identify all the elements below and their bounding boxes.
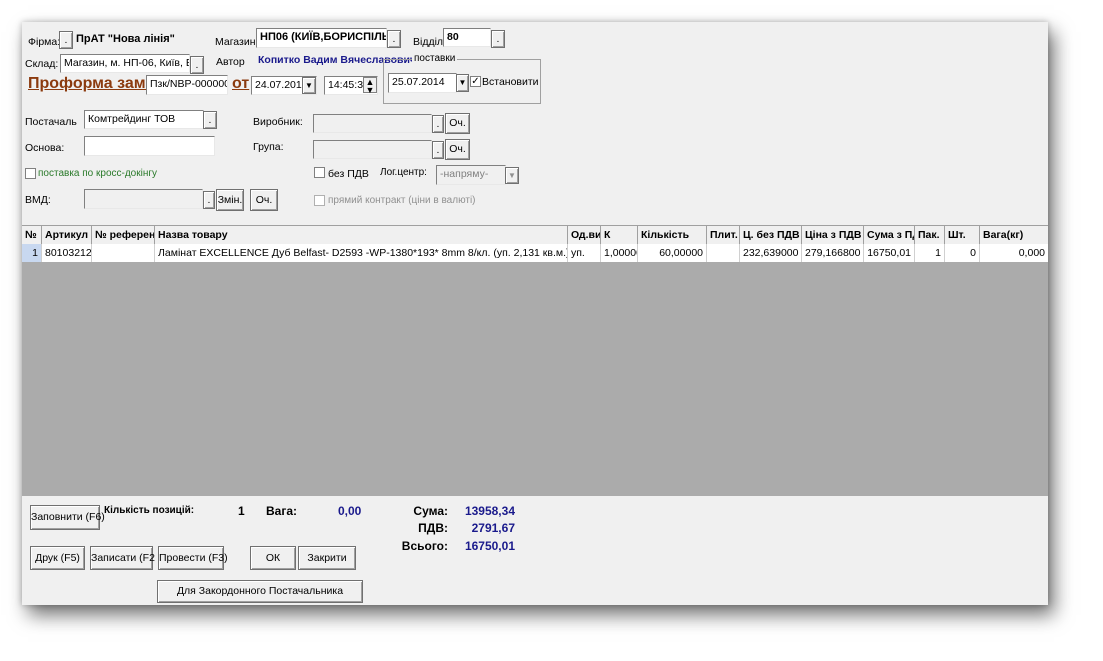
doc-date-dropdown[interactable]: ▼: [302, 77, 316, 94]
sum-label: Сума:: [413, 504, 448, 518]
group-field[interactable]: [313, 140, 432, 159]
supplier-label: Постачаль: [25, 116, 77, 128]
weight-value: 0,00: [338, 504, 362, 518]
shop-field[interactable]: НП06 (КИЇВ,БОРИСПІЛЬ): [256, 28, 387, 48]
cell-article: 80103212: [42, 244, 92, 262]
vmd-label: ВМД:: [25, 194, 51, 206]
group-label: Група:: [253, 141, 284, 153]
shop-select-button[interactable]: .: [387, 30, 401, 48]
col-pcs[interactable]: Шт.: [945, 226, 980, 244]
time-spinner[interactable]: ▲ ▼: [363, 77, 377, 95]
warehouse-field[interactable]: Магазин, м. НП-06, Київ, Бориспіль: [60, 54, 190, 73]
author-label: Автор: [216, 56, 245, 68]
warehouse-label: Склад:: [25, 58, 59, 70]
col-sum-vat[interactable]: Сума з ПД: [864, 226, 915, 244]
basis-label: Основа:: [25, 142, 65, 154]
basis-field[interactable]: [84, 136, 215, 156]
order-window: Фірма: . ПрАТ "Нова лінія" Магазин НП06 …: [22, 22, 1048, 605]
vmd-select-button[interactable]: .: [203, 191, 215, 209]
producer-clear-button[interactable]: Оч.: [445, 113, 470, 134]
vat-value: 2791,67: [471, 521, 515, 535]
warehouse-select-button[interactable]: .: [190, 56, 204, 74]
cell-tiles: [707, 244, 740, 262]
total-label: Всього:: [401, 539, 448, 553]
close-button[interactable]: Закрити: [298, 546, 356, 570]
dept-field[interactable]: 80: [443, 28, 491, 47]
firm-value: ПрАТ "Нова лінія": [76, 33, 175, 45]
logcenter-dropdown[interactable]: ▼: [505, 167, 519, 184]
save-button[interactable]: Записати (F2: [90, 546, 155, 570]
cell-weight: 0,000: [1018, 247, 1045, 259]
producer-field[interactable]: [313, 114, 432, 133]
col-quantity[interactable]: Кількість: [638, 226, 707, 244]
col-weight[interactable]: Вага(кг): [980, 226, 1048, 244]
no-vat-label: без ПДВ: [328, 168, 369, 180]
col-num[interactable]: №: [22, 226, 42, 244]
cell-price-no-vat: 232,639000: [740, 244, 802, 262]
no-vat-checkbox[interactable]: [314, 167, 325, 178]
cell-unit: уп.: [568, 244, 601, 262]
col-tiles[interactable]: Плит.: [707, 226, 740, 244]
sum-value: 13958,34: [464, 504, 515, 518]
col-article[interactable]: Артикул: [42, 226, 92, 244]
doc-number-field[interactable]: Пзк/NBP-0000001: [146, 75, 228, 95]
direct-contract-checkbox[interactable]: [314, 195, 325, 206]
foreign-supplier-button[interactable]: Для Закордонного Постачальника: [157, 580, 363, 603]
delivery-date-field[interactable]: 25.07.2014: [388, 73, 457, 93]
cell-pack: 1: [915, 244, 945, 262]
col-price-vat[interactable]: Ціна з ПДВ: [802, 226, 864, 244]
dept-select-button[interactable]: .: [491, 30, 505, 48]
supplier-select-button[interactable]: .: [203, 111, 217, 129]
vmd-change-button[interactable]: Змін.: [216, 189, 244, 211]
crossdock-label: поставка по кросс-докінгу: [38, 168, 157, 179]
cell-reference: [92, 244, 155, 262]
logcenter-select[interactable]: -напряму-: [436, 165, 506, 185]
delivery-group-label: поставки: [412, 53, 458, 64]
ok-button[interactable]: ОК: [250, 546, 296, 570]
from-label: от: [232, 75, 250, 92]
cell-num: 1: [22, 244, 42, 262]
vat-label: ПДВ:: [418, 521, 448, 535]
group-clear-button[interactable]: Оч.: [445, 139, 470, 160]
table-row[interactable]: 1 80103212 Ламінат EXCELLENCE Дуб Belfas…: [22, 244, 1048, 262]
col-k[interactable]: К: [601, 226, 638, 244]
print-button[interactable]: Друк (F5): [30, 546, 85, 570]
logcenter-label: Лог.центр:: [380, 167, 427, 178]
producer-select-button[interactable]: .: [432, 115, 444, 133]
group-select-button[interactable]: .: [432, 141, 444, 159]
positions-value: 1: [238, 504, 245, 518]
shop-label: Магазин: [215, 36, 256, 48]
table-body[interactable]: 1 80103212 Ламінат EXCELLENCE Дуб Belfas…: [22, 244, 1048, 496]
cell-product-name: Ламінат EXCELLENCE Дуб Belfast- D2593 -W…: [155, 244, 568, 262]
producer-label: Виробник:: [253, 116, 303, 128]
set-delivery-label: Встановити: [482, 76, 539, 88]
delivery-date-dropdown[interactable]: ▼: [456, 74, 469, 92]
total-value: 16750,01: [464, 539, 515, 553]
vmd-field[interactable]: [84, 189, 203, 209]
direct-contract-label: прямий контракт (ціни в валюті): [328, 195, 476, 206]
col-price-no-vat[interactable]: Ц. без ПДВ: [740, 226, 802, 244]
col-reference[interactable]: № референці: [92, 226, 155, 244]
doc-title: Проформа замов: [28, 75, 166, 92]
cell-sum-vat: 16750,01: [864, 244, 915, 262]
crossdock-checkbox[interactable]: [25, 168, 36, 179]
cell-k: 1,00000: [601, 244, 638, 262]
positions-label: Кількість позицій:: [104, 505, 195, 516]
dept-label: Відділ:: [413, 36, 446, 48]
weight-label: Вага:: [266, 504, 298, 518]
cell-pcs: 0: [945, 244, 980, 262]
cell-quantity: 60,00000: [638, 244, 707, 262]
vmd-clear-button[interactable]: Оч.: [250, 189, 278, 211]
col-unit[interactable]: Од.ви: [568, 226, 601, 244]
firm-label: Фірма:: [28, 36, 61, 48]
table-header: № Артикул № референці Назва товару Од.ви…: [22, 225, 1048, 245]
set-delivery-checkbox[interactable]: ✓: [470, 76, 481, 87]
cell-price-vat: 279,166800: [802, 244, 864, 262]
fill-button[interactable]: Заповнити (F6): [30, 505, 105, 530]
firm-select-button[interactable]: .: [59, 31, 73, 49]
post-button[interactable]: Провести (F3): [158, 546, 228, 570]
col-product-name[interactable]: Назва товару: [155, 226, 568, 244]
supplier-field[interactable]: Комтрейдинг ТОВ: [84, 110, 204, 129]
col-pack[interactable]: Пак.: [915, 226, 945, 244]
